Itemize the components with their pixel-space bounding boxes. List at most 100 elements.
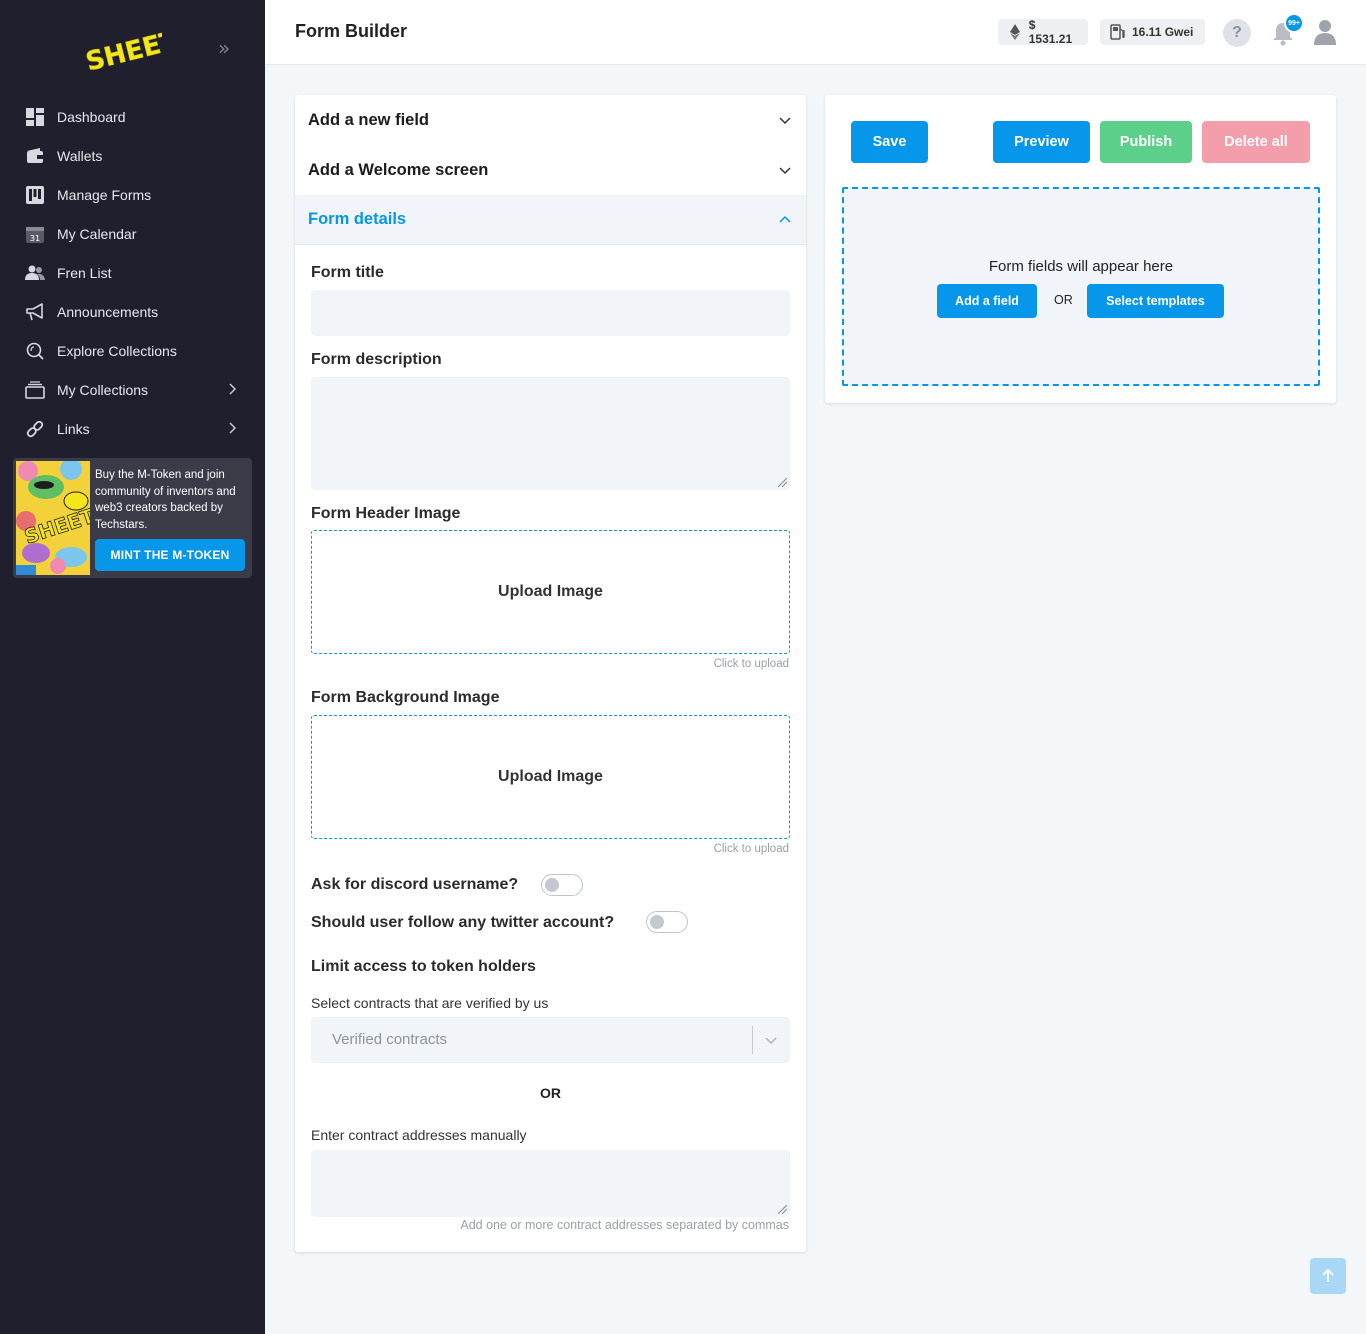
- header-image-label: Form Header Image: [311, 505, 461, 522]
- sheety-logo[interactable]: SHEETY: [82, 16, 162, 80]
- preview-button[interactable]: Preview: [993, 121, 1090, 163]
- sidebar-item-wallets[interactable]: Wallets: [0, 136, 265, 175]
- sidebar-item-my-calendar[interactable]: 31 My Calendar: [0, 214, 265, 253]
- user-avatar-icon[interactable]: [1314, 19, 1336, 45]
- gas-pump-icon: [1110, 24, 1126, 40]
- empty-state-text: Form fields will appear here: [988, 258, 1174, 275]
- users-icon: [25, 263, 45, 283]
- verified-contracts-label: Select contracts that are verified by us: [311, 995, 549, 1011]
- sidebar-item-links[interactable]: Links: [0, 409, 265, 448]
- sidebar: SHEETY » Dashboard Wallets Manage Forms …: [0, 0, 265, 1334]
- form-description-label: Form description: [311, 351, 442, 368]
- sidebar-item-label: Manage Forms: [57, 186, 152, 203]
- ethereum-icon: [1008, 24, 1023, 40]
- dashboard-icon: [25, 107, 45, 127]
- sidebar-item-dashboard[interactable]: Dashboard: [0, 97, 265, 136]
- sidebar-item-label: Links: [57, 420, 90, 437]
- calendar-icon: 31: [25, 224, 45, 244]
- sidebar-item-label: Dashboard: [57, 108, 126, 125]
- sidebar-nav: Dashboard Wallets Manage Forms 31 My Cal…: [0, 97, 265, 448]
- verified-contracts-select[interactable]: Verified contracts: [311, 1017, 790, 1063]
- sidebar-item-fren-list[interactable]: Fren List: [0, 253, 265, 292]
- twitter-toggle[interactable]: [646, 911, 688, 933]
- accordion-title: Add a new field: [308, 110, 430, 129]
- top-header: Form Builder $ 1531.21 16.11 Gwei ? 99+: [265, 0, 1366, 65]
- forms-icon: [25, 185, 45, 205]
- background-image-label: Form Background Image: [311, 689, 500, 706]
- sidebar-item-label: Announcements: [57, 303, 159, 320]
- background-image-upload[interactable]: Upload Image: [311, 715, 790, 839]
- or-text: OR: [1054, 293, 1073, 307]
- chevron-down-icon: [779, 167, 791, 175]
- accordion-welcome-screen[interactable]: Add a Welcome screen: [295, 145, 806, 195]
- link-icon: [25, 419, 45, 439]
- form-fields-dropzone[interactable]: Form fields will appear here Add a field…: [842, 187, 1320, 386]
- toggle-knob: [545, 878, 559, 892]
- collapse-sidebar-icon[interactable]: »: [218, 38, 238, 58]
- scroll-to-top-button[interactable]: [1310, 1258, 1346, 1294]
- eth-price: $ 1531.21: [1028, 18, 1073, 46]
- discord-toggle[interactable]: [541, 874, 583, 896]
- select-templates-button[interactable]: Select templates: [1087, 284, 1224, 318]
- sidebar-item-label: My Calendar: [57, 225, 137, 242]
- sidebar-item-my-collections[interactable]: My Collections: [0, 370, 265, 409]
- header-upload-hint: Click to upload: [713, 658, 789, 670]
- sidebar-item-announcements[interactable]: Announcements: [0, 292, 265, 331]
- form-title-input[interactable]: [311, 290, 790, 336]
- mint-token-button[interactable]: MINT THE M-TOKEN: [95, 539, 245, 571]
- eth-price-chip: $ 1531.21: [998, 18, 1088, 46]
- explore-icon: [25, 341, 45, 361]
- collections-icon: [25, 380, 45, 400]
- resize-handle-icon[interactable]: [778, 1205, 787, 1214]
- gas-price: 16.11 Gwei: [1132, 25, 1194, 39]
- select-separator: [752, 1026, 753, 1054]
- sidebar-item-label: Fren List: [57, 264, 112, 281]
- sidebar-item-manage-forms[interactable]: Manage Forms: [0, 175, 265, 214]
- form-title-label: Form title: [311, 264, 384, 281]
- delete-all-button[interactable]: Delete all: [1202, 121, 1310, 163]
- chevron-down-icon: [779, 117, 791, 125]
- add-field-button[interactable]: Add a field: [937, 284, 1037, 318]
- gas-price-chip: 16.11 Gwei: [1100, 19, 1205, 45]
- form-settings-panel: Add a new field Add a Welcome screen For…: [295, 95, 806, 1252]
- toggle-knob: [650, 915, 664, 929]
- select-placeholder: Verified contracts: [332, 1031, 448, 1048]
- discord-label: Ask for discord username?: [311, 876, 519, 893]
- accordion-form-details[interactable]: Form details: [295, 195, 806, 245]
- resize-handle-icon[interactable]: [778, 478, 787, 487]
- chevron-down-icon: [765, 1037, 777, 1045]
- logo-text: SHEETY: [83, 21, 162, 78]
- save-button[interactable]: Save: [851, 121, 928, 163]
- sidebar-item-label: Wallets: [57, 147, 103, 164]
- notifications-badge: 99+: [1284, 13, 1304, 33]
- manual-contracts-textarea[interactable]: [311, 1150, 790, 1217]
- help-icon[interactable]: ?: [1223, 19, 1251, 47]
- chevron-right-icon: [229, 383, 237, 395]
- form-description-textarea[interactable]: [311, 377, 790, 490]
- promo-artwork: SHEETY: [16, 461, 90, 575]
- manual-contracts-label: Enter contract addresses manually: [311, 1127, 527, 1143]
- accordion-title: Add a Welcome screen: [308, 160, 489, 179]
- mint-promo-card: SHEETY Buy the M-Token and join communit…: [13, 458, 252, 578]
- limit-access-label: Limit access to token holders: [311, 958, 536, 975]
- megaphone-icon: [25, 302, 45, 322]
- twitter-label: Should user follow any twitter account?: [311, 914, 615, 931]
- header-image-upload[interactable]: Upload Image: [311, 530, 790, 654]
- manual-contracts-hint: Add one or more contract addresses separ…: [460, 1218, 789, 1232]
- chevron-up-icon: [779, 215, 791, 223]
- accordion-title: Form details: [308, 210, 407, 228]
- promo-text: Buy the M-Token and join community of in…: [95, 469, 236, 531]
- page-title: Form Builder: [295, 21, 408, 41]
- publish-button[interactable]: Publish: [1100, 121, 1192, 163]
- sidebar-item-label: Explore Collections: [57, 342, 177, 359]
- form-preview-panel: Save Preview Publish Delete all Form fie…: [825, 95, 1336, 403]
- accordion-add-new-field[interactable]: Add a new field: [295, 95, 806, 145]
- chevron-right-icon: [229, 422, 237, 434]
- arrow-up-icon: [1322, 1268, 1334, 1282]
- sidebar-item-explore-collections[interactable]: Explore Collections: [0, 331, 265, 370]
- sidebar-item-label: My Collections: [57, 381, 149, 398]
- calendar-day: 31: [30, 234, 40, 243]
- wallet-icon: [25, 146, 45, 166]
- background-upload-hint: Click to upload: [713, 843, 789, 855]
- or-divider: OR: [540, 1085, 561, 1101]
